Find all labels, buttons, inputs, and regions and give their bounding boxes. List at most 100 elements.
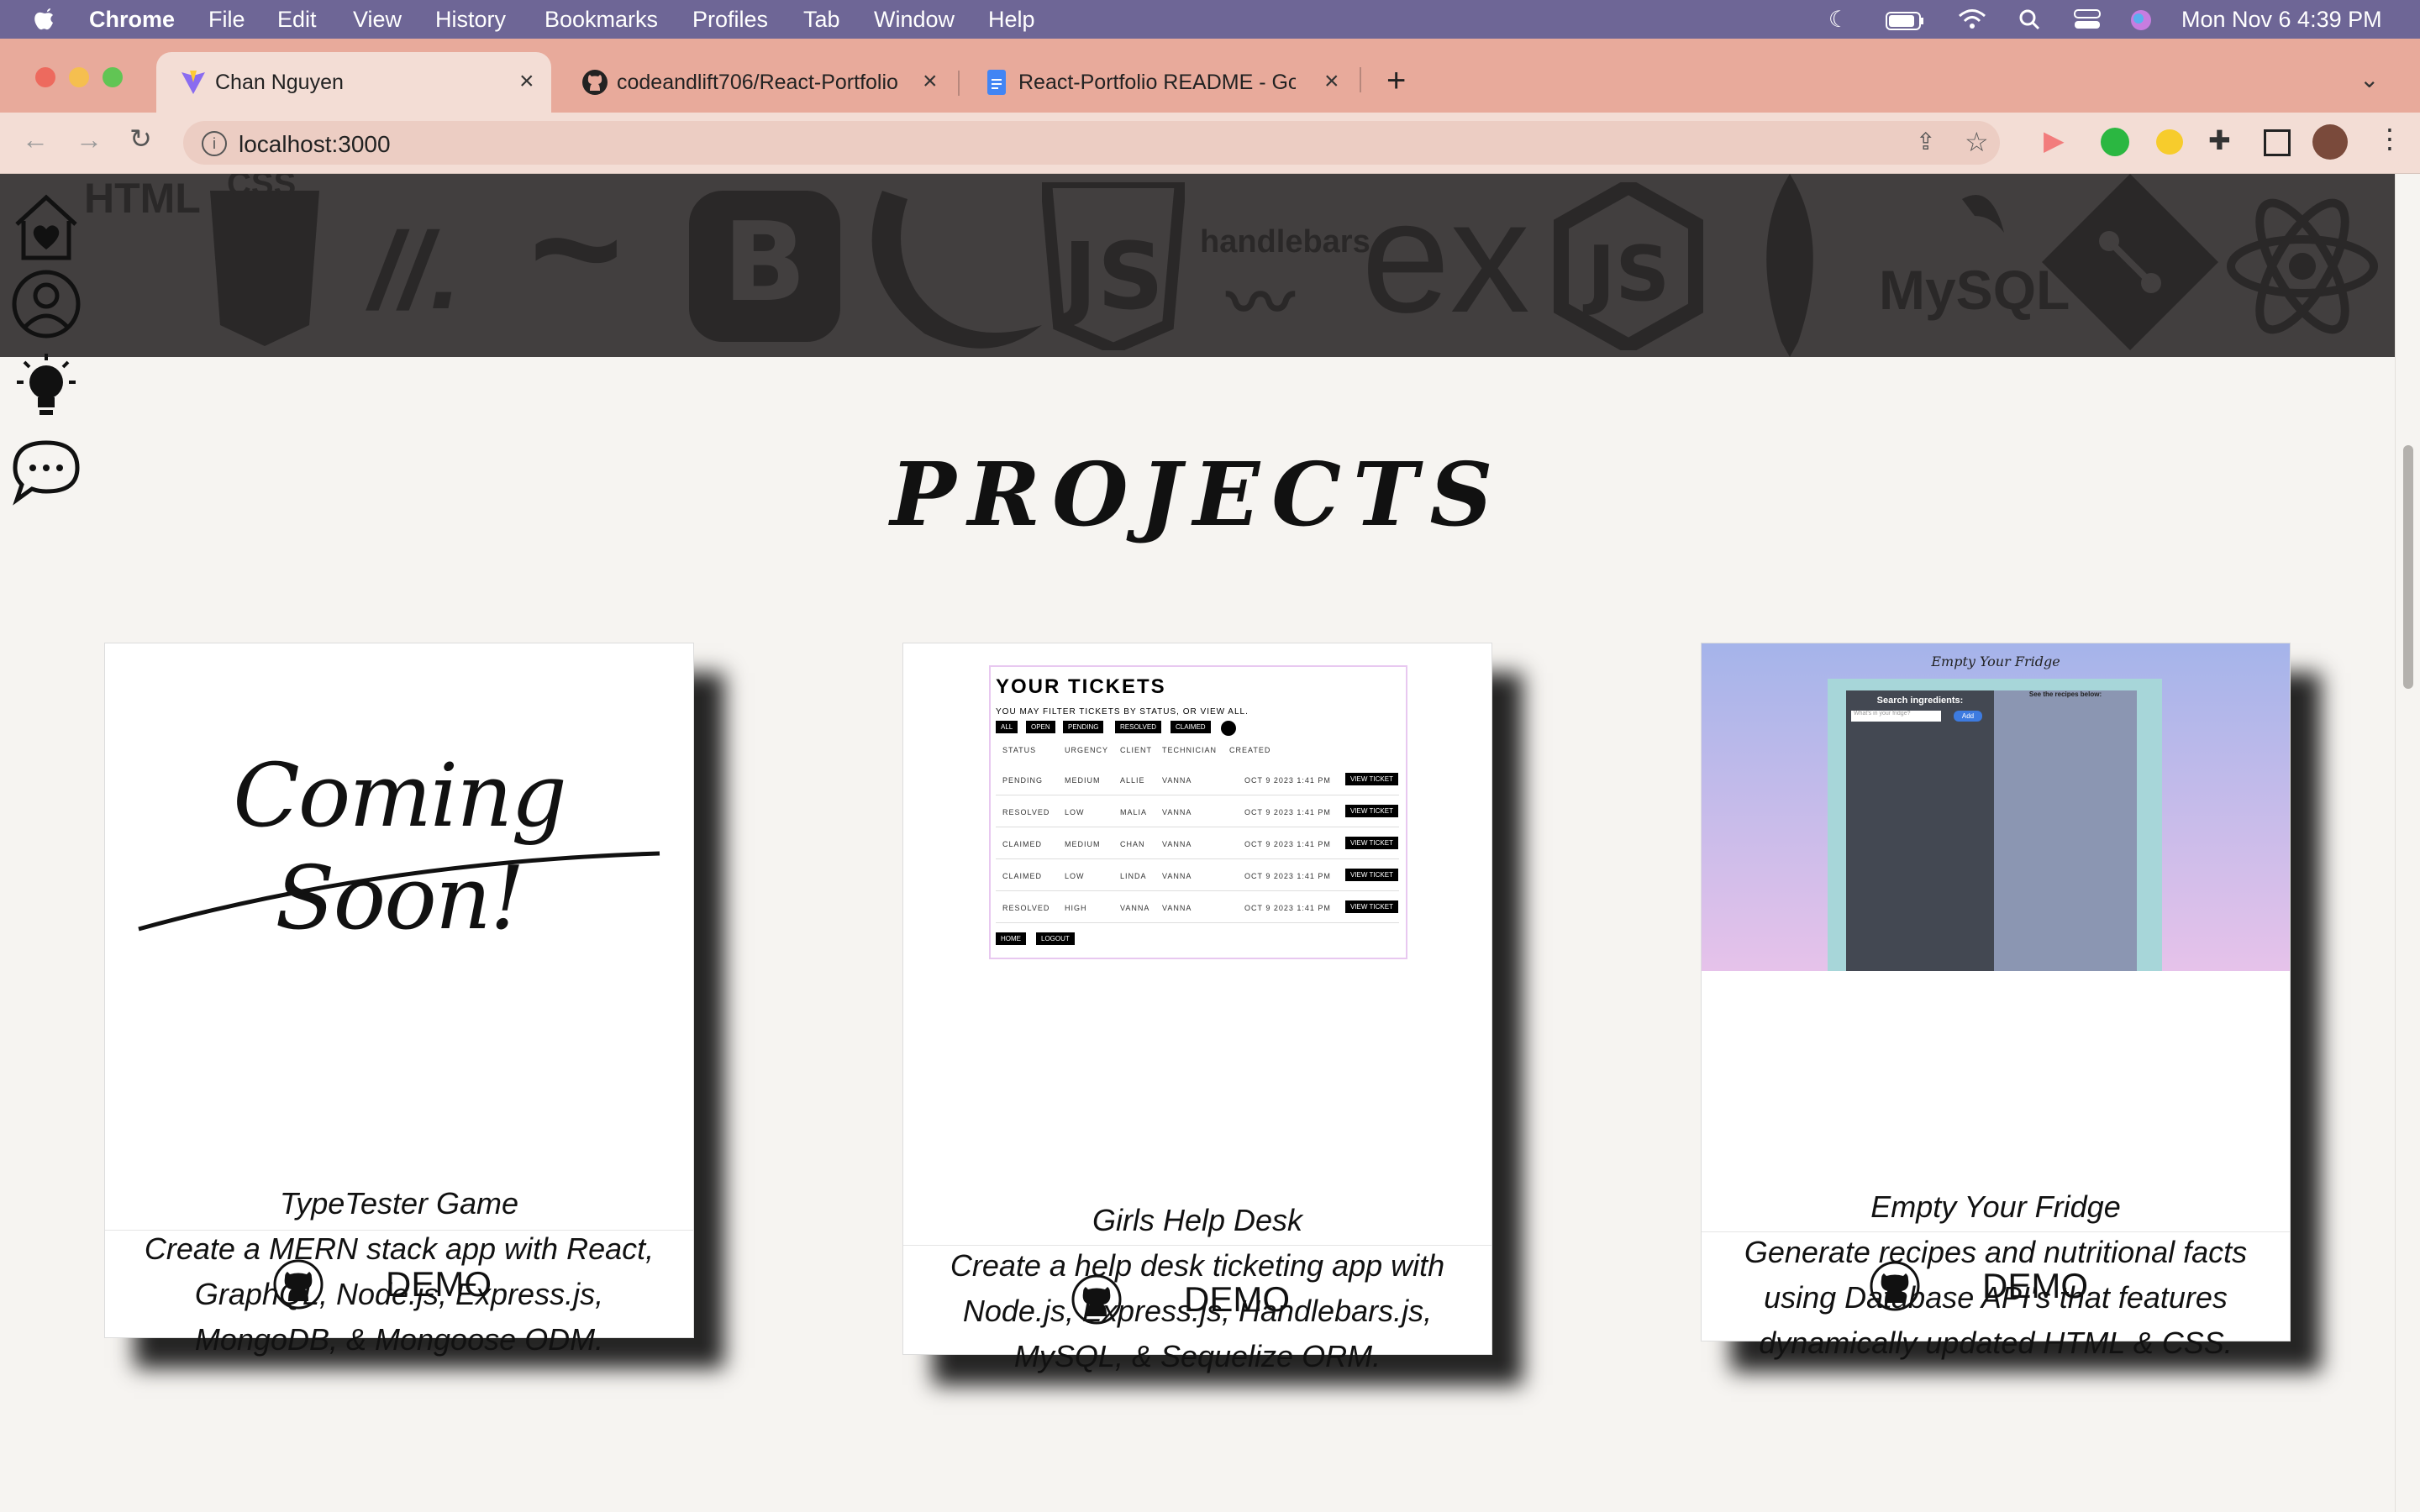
svg-text:JS: JS <box>1057 223 1164 330</box>
add-ingredient-button: Add <box>1954 711 1982 722</box>
demo-link[interactable]: DEMO <box>1982 1266 2088 1306</box>
css-logo-icon <box>210 191 319 346</box>
close-window-button[interactable] <box>35 67 55 87</box>
github-link-icon[interactable] <box>273 1259 324 1310</box>
filter-all-button: ALL <box>996 721 1018 733</box>
google-docs-icon <box>983 69 1010 96</box>
profile-avatar[interactable] <box>2312 124 2348 160</box>
ticket-cell: LOW <box>1065 808 1085 816</box>
menu-edit[interactable]: Edit <box>277 7 317 33</box>
recipes-panel: See the recipes below: <box>1994 690 2137 971</box>
row-divider <box>996 922 1399 923</box>
mongodb-leaf-icon <box>1766 174 1813 357</box>
zoom-window-button[interactable] <box>103 67 123 87</box>
project-card-footer: DEMO <box>1702 1231 2290 1340</box>
filter-resolved-button: RESOLVED <box>1115 721 1161 733</box>
col-urgency: URGENCY <box>1065 746 1109 754</box>
github-link-icon[interactable] <box>1870 1261 1920 1311</box>
moon-icon[interactable]: ☾ <box>1828 7 1849 33</box>
chrome-menu-icon[interactable]: ⋮ <box>2376 123 2403 155</box>
tab-search-chevron-icon[interactable]: ⌄ <box>2360 66 2379 93</box>
project-thumbnail: YOUR TICKETS YOU MAY FILTER TICKETS BY S… <box>903 643 1491 988</box>
nodejs-hexagon-icon: JS <box>1554 182 1703 350</box>
wifi-icon[interactable] <box>1958 8 1986 36</box>
col-client: CLIENT <box>1120 746 1153 754</box>
tech-stack-banner: HTML CSS //. ~ B JS handlebars 〰 ex JS M… <box>0 174 2395 357</box>
ticket-cell: MALIA <box>1120 808 1148 816</box>
home-heart-icon[interactable] <box>10 191 82 263</box>
extension-sunglasses-icon[interactable] <box>2156 129 2183 155</box>
forward-icon[interactable]: → <box>76 124 103 155</box>
skills-lightbulb-icon[interactable] <box>10 352 82 424</box>
menu-help[interactable]: Help <box>988 7 1035 33</box>
menu-window[interactable]: Window <box>874 7 955 33</box>
extensions-puzzle-icon[interactable]: ✚ <box>2208 124 2231 156</box>
back-icon[interactable]: ← <box>22 124 49 155</box>
close-tab-icon[interactable]: × <box>519 67 534 96</box>
page-scrollbar-thumb[interactable] <box>2403 445 2413 689</box>
mysql-dolphin-icon <box>1962 195 2004 233</box>
close-tab-icon[interactable]: × <box>923 67 938 96</box>
bookmark-star-icon[interactable]: ☆ <box>1965 126 1989 158</box>
menu-history[interactable]: History <box>435 7 506 33</box>
ticket-cell: CLAIMED <box>1002 840 1043 848</box>
ticket-cell: VANNA <box>1162 776 1192 785</box>
github-link-icon[interactable] <box>1071 1274 1122 1325</box>
tickets-subtitle: YOU MAY FILTER TICKETS BY STATUS, OR VIE… <box>996 707 1249 717</box>
site-info-icon[interactable]: i <box>202 131 227 156</box>
ticket-cell: MEDIUM <box>1065 776 1101 785</box>
ticket-cell: VANNA <box>1162 872 1192 880</box>
col-status: STATUS <box>1002 746 1037 754</box>
ticket-cell: OCT 9 2023 1:41 PM <box>1244 776 1331 785</box>
share-icon[interactable]: ⇪ <box>1916 128 1935 155</box>
projects-heading: PROJECTS <box>890 443 1505 546</box>
tab-google-doc[interactable]: React-Portfolio README - Goo × <box>960 52 1355 113</box>
demo-link[interactable]: DEMO <box>386 1264 492 1305</box>
menu-tab[interactable]: Tab <box>803 7 840 33</box>
view-ticket-button: VIEW TICKET <box>1345 869 1398 881</box>
project-card-help-desk: YOUR TICKETS YOU MAY FILTER TICKETS BY S… <box>902 643 1492 1373</box>
tickets-heading: YOUR TICKETS <box>996 675 1166 698</box>
filter-pending-button: PENDING <box>1063 721 1104 733</box>
menu-view[interactable]: View <box>353 7 402 33</box>
extension-green-icon[interactable] <box>2101 128 2129 156</box>
css-label: CSS <box>227 174 297 202</box>
tab-chan-nguyen[interactable]: Chan Nguyen × <box>156 52 551 113</box>
reload-icon[interactable]: ↻ <box>129 123 152 155</box>
handlebars-mustache-icon: 〰 <box>1227 266 1294 341</box>
battery-icon[interactable] <box>1886 10 1924 36</box>
close-tab-icon[interactable]: × <box>1324 67 1339 96</box>
control-center-icon[interactable] <box>2074 8 2101 36</box>
minimize-window-button[interactable] <box>69 67 89 87</box>
search-icon[interactable] <box>2018 8 2040 36</box>
ticket-cell: OCT 9 2023 1:41 PM <box>1244 872 1331 880</box>
demo-link[interactable]: DEMO <box>1184 1279 1290 1320</box>
search-panel: Search ingredients: What's in your fridg… <box>1846 690 1994 971</box>
menu-profiles[interactable]: Profiles <box>692 7 768 33</box>
ticket-cell: PENDING <box>1002 776 1044 785</box>
view-ticket-button: VIEW TICKET <box>1345 805 1398 817</box>
apple-icon[interactable] <box>34 5 57 38</box>
bootstrap-logo-icon: B <box>689 191 840 342</box>
extension-screen-recorder-icon[interactable]: ▶ <box>2044 124 2065 156</box>
page-scrollbar-track[interactable] <box>2395 174 2420 1512</box>
new-tab-icon[interactable]: + <box>1386 62 1406 100</box>
col-created: CREATED <box>1229 746 1271 754</box>
html-logo: HTML <box>84 175 201 222</box>
filter-open-button: OPEN <box>1026 721 1055 733</box>
url-text: localhost:3000 <box>239 131 391 157</box>
about-person-icon[interactable] <box>10 268 82 340</box>
address-bar[interactable]: i localhost:3000 ⇪ ☆ <box>183 121 2000 165</box>
side-panel-icon[interactable] <box>2264 129 2291 156</box>
menubar-clock[interactable]: Mon Nov 6 4:39 PM <box>2181 7 2382 33</box>
tab-github-repo[interactable]: codeandlift706/React-Portfolio × <box>558 52 953 113</box>
tailwind-wave-logo: ~ <box>529 174 623 338</box>
project-thumbnail: Coming Soon! <box>105 643 693 996</box>
ticket-cell: ALLIE <box>1120 776 1145 785</box>
github-icon <box>581 69 608 96</box>
menu-file[interactable]: File <box>208 7 245 33</box>
menu-bookmarks[interactable]: Bookmarks <box>544 7 658 33</box>
vite-icon <box>180 69 207 96</box>
siri-icon[interactable] <box>2129 8 2153 38</box>
menu-app-name[interactable]: Chrome <box>89 7 175 33</box>
